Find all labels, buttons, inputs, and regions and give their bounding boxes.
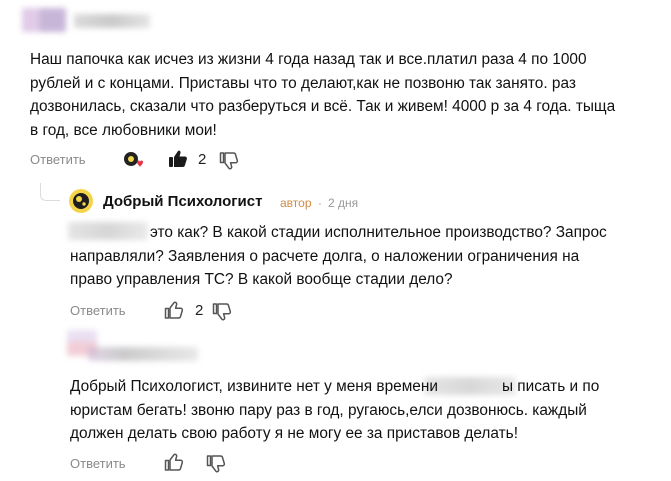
blurred-username	[88, 347, 198, 361]
thread-connector	[40, 183, 60, 201]
author-avatar-icon[interactable]	[69, 189, 93, 213]
comment-3-text: Добрый Психологист, извините нет у меня …	[70, 375, 599, 446]
comment-3-line-1-start: Добрый Психологист, извините нет у меня …	[70, 378, 438, 395]
comment-1-line-1: Наш папочка как исчез из жизни 4 года на…	[30, 51, 587, 68]
author-badge: автор	[280, 196, 312, 210]
like-count: 2	[195, 302, 204, 319]
comment-3-line-3: должен делать свою работу я не могу ее з…	[70, 425, 518, 442]
dislike-icon[interactable]	[212, 302, 232, 322]
like-filled-icon[interactable]	[168, 149, 188, 169]
reactions-icon[interactable]	[122, 150, 146, 170]
reply-button[interactable]: Ответить	[30, 152, 86, 167]
comment-3-line-1-end: ы писать и по	[501, 378, 600, 395]
dislike-icon[interactable]	[219, 151, 239, 171]
comment-3-line-1: Добрый Психологист, извините нет у меня …	[70, 375, 599, 399]
author-name[interactable]: Добрый Психологист	[103, 193, 262, 210]
dislike-icon[interactable]	[206, 454, 226, 474]
comment-1-text: Наш папочка как исчез из жизни 4 года на…	[30, 48, 615, 142]
like-count: 2	[198, 151, 207, 168]
comment-1-line-4: в год, все любовники мои!	[30, 121, 217, 139]
separator-dot: ·	[318, 196, 322, 210]
reply-button[interactable]: Ответить	[70, 456, 126, 471]
comment-2-line-2: направляли? Заявления о расчете долга, о…	[70, 247, 580, 265]
reply-button[interactable]: Ответить	[70, 303, 126, 318]
comment-1-line-3: дозвонилась, сказали что разберуться и в…	[30, 98, 616, 115]
comment-date: 2 дня	[328, 196, 359, 210]
blurred-username	[74, 14, 150, 28]
comment-1-line-2: рублей и с концами. Приставы что то дела…	[30, 74, 576, 92]
comment-2-line-1: это как? В какой стадии исполнительное п…	[150, 224, 607, 241]
comment-2-line-3: право управления ТС? В какой вообще стад…	[70, 271, 453, 288]
like-outline-icon[interactable]	[164, 300, 184, 320]
blurred-avatar	[22, 8, 66, 32]
comment-3-line-2: юристам бегать! звоню пару раз в год, ру…	[70, 401, 587, 419]
like-outline-icon[interactable]	[164, 452, 184, 472]
comment-2-text: это как? В какой стадии исполнительное п…	[70, 221, 607, 292]
